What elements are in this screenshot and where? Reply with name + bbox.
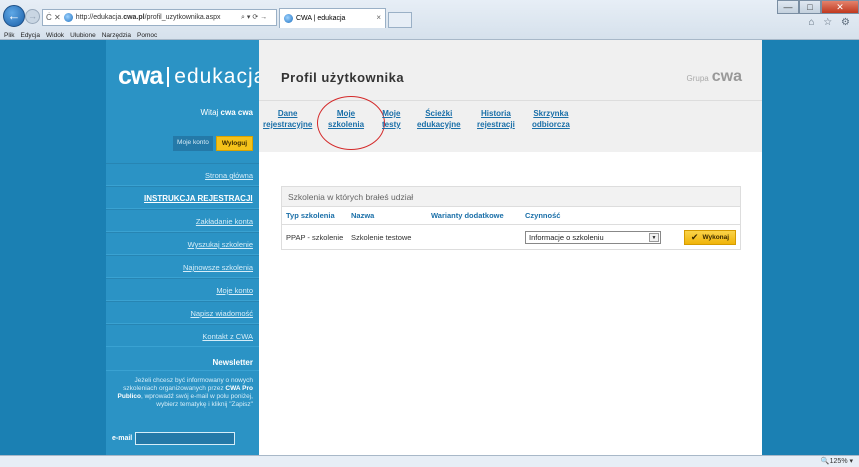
sidebar-item-najnowsze[interactable]: Najnowsze szkolenia (106, 255, 259, 278)
sidebar-item-strona-glowna[interactable]: Strona główna (106, 163, 259, 186)
newsletter-email-row: e-mail (112, 432, 236, 445)
user-buttons: Moje konto Wyloguj (173, 136, 253, 151)
menu-item-narzedzia[interactable]: Narzędzia (102, 31, 131, 40)
header-nazwa: Nazwa (351, 211, 375, 220)
sidebar-item-moje-konto[interactable]: Moje konto (106, 278, 259, 301)
cwa-edukacja-logo[interactable]: cwa edukacja (118, 62, 266, 91)
window-controls: — □ ✕ (777, 0, 859, 14)
close-window-button[interactable]: ✕ (821, 0, 859, 14)
trainings-table: Szkolenia w których brałeś udział Typ sz… (281, 186, 741, 250)
welcome-text: Witaj cwa cwa (200, 108, 253, 117)
sidebar-item-zakladanie-konta[interactable]: Zakładanie konta (106, 209, 259, 232)
newsletter-box: Newsletter Jeżeli chcesz być informowany… (106, 358, 259, 445)
sidebar-item-wyszukaj[interactable]: Wyszukaj szkolenie (106, 232, 259, 255)
menu-bar: Plik Edycja Widok Ulubione Narzędzia Pom… (0, 31, 859, 40)
maximize-button[interactable]: □ (799, 0, 821, 14)
back-button[interactable]: ← (3, 5, 25, 27)
sidebar-item-kontakt[interactable]: Kontakt z CWA (106, 324, 259, 347)
tab-moje-testy[interactable]: Moje testy (382, 108, 401, 130)
tab-close-icon[interactable]: × (376, 13, 381, 22)
highlight-circle (317, 96, 385, 150)
moje-konto-button[interactable]: Moje konto (173, 136, 213, 151)
new-tab-button[interactable] (388, 12, 412, 28)
page-title: Profil użytkownika (281, 70, 405, 85)
menu-item-plik[interactable]: Plik (4, 31, 14, 40)
chevron-down-icon: ▼ (649, 232, 659, 242)
execute-button[interactable]: ✔ Wykonaj (684, 229, 736, 245)
header-typ: Typ szkolenia (286, 211, 335, 220)
cell-typ: PPAP - szkolenie (286, 232, 344, 242)
browser-tab[interactable]: CWA | edukacja × (279, 8, 386, 28)
minimize-button[interactable]: — (777, 0, 799, 14)
newsletter-text: Jeżeli chcesz być informowany o nowych s… (117, 377, 253, 408)
stop-refresh-icon[interactable]: Ċ ✕ (46, 13, 61, 22)
menu-item-pomoc[interactable]: Pomoc (137, 31, 157, 40)
newsletter-title: Newsletter (106, 358, 259, 371)
sidebar: cwa edukacja Witaj cwa cwa Moje konto Wy… (106, 40, 265, 455)
ie-page-icon (63, 13, 73, 22)
checkmark-icon: ✔ (690, 231, 699, 242)
table-row: PPAP - szkolenie Szkolenie testowe Infor… (282, 225, 740, 249)
tab-skrzynka-odbiorcza[interactable]: Skrzynka odbiorcza (532, 108, 570, 130)
menu-item-ulubione[interactable]: Ulubione (70, 31, 96, 40)
forward-button[interactable]: → (25, 9, 40, 24)
browser-chrome: ← → Ċ ✕ http://edukacja.cwa.pl/profil_uz… (0, 0, 859, 40)
web-page: cwa edukacja Witaj cwa cwa Moje konto Wy… (0, 40, 859, 455)
header-czynnosc: Czynność (525, 211, 561, 220)
grupa-cwa-logo[interactable]: Grupa cwa (687, 68, 742, 86)
tab-dane-rejestracyjne[interactable]: Dane rejestracyjne (263, 108, 312, 130)
tab-sciezki-edukacyjne[interactable]: Ścieżki edukacyjne (417, 108, 461, 130)
sidebar-nav: Strona główna INSTRUKCJA REJESTRACJI Zak… (106, 163, 259, 347)
newsletter-email-input[interactable] (135, 432, 236, 445)
table-header: Typ szkolenia Nazwa Warianty dodatkowe C… (282, 207, 740, 225)
toolbar-icons[interactable]: ⌂ ☆ ⚙ (808, 17, 853, 28)
status-bar: 🔍125% ▾ (0, 455, 859, 467)
ie-tab-icon (284, 14, 293, 23)
action-select[interactable]: Informacje o szkoleniu ▼ (525, 230, 661, 244)
sidebar-item-instrukcja[interactable]: INSTRUKCJA REJESTRACJI (106, 186, 259, 209)
tab-historia-rejestracji[interactable]: Historia rejestracji (477, 108, 515, 130)
address-buttons[interactable]: ⌕ ▾ ⟳ → (241, 9, 267, 26)
content-header: Profil użytkownika Grupa cwa (259, 40, 762, 100)
table-caption: Szkolenia w których brałeś udział (282, 187, 740, 207)
menu-item-edycja[interactable]: Edycja (20, 31, 40, 40)
main-content: Profil użytkownika Grupa cwa Dane rejestr… (259, 40, 762, 455)
profile-tabs: Dane rejestracyjne Moje szkolenia Moje test… (259, 96, 762, 152)
email-label: e-mail (112, 435, 133, 442)
sidebar-item-napisz[interactable]: Napisz wiadomość (106, 301, 259, 324)
cell-nazwa: Szkolenie testowe (351, 232, 412, 242)
header-warianty: Warianty dodatkowe (431, 211, 504, 220)
menu-item-widok[interactable]: Widok (46, 31, 64, 40)
tab-title: CWA | edukacja (296, 15, 346, 22)
address-url: http://edukacja.cwa.pl/profil_uzytkownik… (75, 14, 221, 21)
zoom-level[interactable]: 🔍125% ▾ (821, 457, 853, 465)
logout-button[interactable]: Wyloguj (215, 136, 253, 151)
